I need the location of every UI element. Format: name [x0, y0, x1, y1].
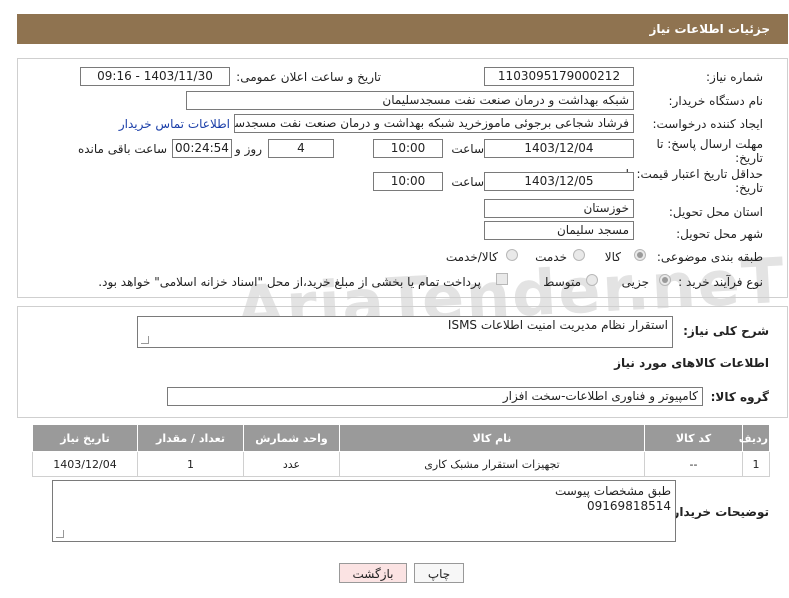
- treasury-payment-checkbox[interactable]: [496, 273, 508, 285]
- reply-deadline-label-line1: مهلت ارسال پاسخ: تا: [656, 137, 763, 151]
- process-radio-minor[interactable]: [659, 274, 671, 286]
- province-field: خوزستان: [484, 199, 634, 218]
- table-header-row: ردیف کد کالا نام کالا واحد شمارش تعداد /…: [32, 424, 770, 452]
- col-header-item-name: نام کالا: [339, 424, 645, 452]
- page-header: جزئیات اطلاعات نیاز: [17, 14, 788, 44]
- cell-unit: عدد: [243, 451, 340, 477]
- col-header-unit: واحد شمارش: [243, 424, 340, 452]
- print-button[interactable]: چاپ: [414, 563, 464, 583]
- reply-deadline-date-field: 1403/12/04: [484, 139, 634, 158]
- buyer-org-label: نام دستگاه خریدار:: [668, 94, 764, 108]
- price-validity-label-line2: تاریخ:: [735, 181, 763, 195]
- price-validity-time-field: 10:00: [373, 172, 443, 191]
- items-table: ردیف کد کالا نام کالا واحد شمارش تعداد /…: [32, 424, 770, 477]
- category-option-goods: کالا: [604, 250, 621, 264]
- buyer-notes-resize-handle[interactable]: [56, 530, 64, 538]
- province-label: استان محل تحویل:: [668, 205, 763, 219]
- announce-datetime-label: تاریخ و ساعت اعلان عمومی:: [236, 70, 381, 84]
- cell-need-date: 1403/12/04: [32, 451, 138, 477]
- col-header-row-number: ردیف: [739, 424, 770, 452]
- col-header-item-code: کد کالا: [644, 424, 743, 452]
- city-field: مسجد سلیمان: [484, 221, 634, 240]
- goods-group-label: گروه کالا:: [710, 390, 769, 404]
- description-field: استقرار نظام مدیریت امنیت اطلاعات ISMS: [137, 316, 673, 348]
- reply-days-label: روز و: [235, 142, 262, 156]
- buyer-notes-line2: 09169818514: [587, 499, 671, 513]
- process-option-minor: جزیی: [621, 275, 649, 289]
- cell-item-code: --: [644, 451, 743, 477]
- cell-quantity: 1: [137, 451, 244, 477]
- reply-deadline-time-label: ساعت: [451, 142, 484, 156]
- goods-section-title: اطلاعات کالاهای مورد نیاز: [614, 356, 769, 370]
- buyer-notes-label: توضیحات خریدار:: [667, 505, 769, 519]
- reply-days-field: 4: [268, 139, 334, 158]
- buyer-org-field: شبکه بهداشت و درمان صنعت نفت مسجدسلیمان: [186, 91, 634, 110]
- category-label: طبقه بندی موضوعی:: [656, 250, 763, 264]
- description-resize-handle[interactable]: [141, 336, 149, 344]
- col-header-quantity: تعداد / مقدار: [137, 424, 244, 452]
- back-button[interactable]: بازگشت: [339, 563, 407, 583]
- goods-group-field: کامپیوتر و فناوری اطلاعات-سخت افزار: [167, 387, 703, 406]
- reply-deadline-time-field: 10:00: [373, 139, 443, 158]
- page-title: جزئیات اطلاعات نیاز: [649, 22, 770, 36]
- price-validity-date-field: 1403/12/05: [484, 172, 634, 191]
- remaining-time-label: ساعت باقی مانده: [77, 142, 167, 156]
- description-text: استقرار نظام مدیریت امنیت اطلاعات ISMS: [447, 318, 668, 332]
- need-number-field: 1103095179000212: [484, 67, 634, 86]
- table-row: 1 -- تجهیزات استقرار مشبک کاری عدد 1 140…: [32, 451, 770, 477]
- price-validity-label-line1: حداقل تاریخ اعتبار قیمت: تا: [625, 167, 763, 181]
- category-radio-goods-service[interactable]: [506, 249, 518, 261]
- city-label: شهر محل تحویل:: [676, 227, 763, 241]
- category-radio-goods[interactable]: [634, 249, 646, 261]
- items-table-wrapper: ردیف کد کالا نام کالا واحد شمارش تعداد /…: [32, 424, 770, 477]
- requester-label: ایجاد کننده درخواست:: [652, 117, 763, 131]
- col-header-need-date: تاریخ نیاز: [32, 424, 138, 452]
- category-radio-service[interactable]: [573, 249, 585, 261]
- category-option-goods-service: کالا/خدمت: [445, 250, 498, 264]
- buyer-notes-line1: طبق مشخصات پیوست: [554, 484, 671, 498]
- buyer-notes-field: طبق مشخصات پیوست 09169818514: [52, 480, 676, 542]
- requester-field: فرشاد شجاعی برجوئی ماموزخرید شبکه بهداشت…: [234, 114, 634, 133]
- buyer-contact-link[interactable]: اطلاعات تماس خریدار: [119, 117, 230, 131]
- reply-deadline-label-line2: تاریخ:: [735, 151, 763, 165]
- price-validity-time-label: ساعت: [451, 175, 484, 189]
- cell-item-name: تجهیزات استقرار مشبک کاری: [339, 451, 645, 477]
- process-label: نوع فرآیند خرید :: [678, 275, 763, 289]
- process-radio-medium[interactable]: [586, 274, 598, 286]
- treasury-payment-note: پرداخت تمام یا بخشی از مبلغ خرید،از محل …: [98, 275, 481, 289]
- need-number-label: شماره نیاز:: [706, 70, 763, 84]
- description-label: شرح کلی نیاز:: [683, 324, 769, 338]
- remaining-time-field: 00:24:54: [172, 139, 232, 158]
- process-option-medium: متوسط: [543, 275, 581, 289]
- announce-datetime-field: 1403/11/30 - 09:16: [80, 67, 230, 86]
- category-option-service: خدمت: [535, 250, 567, 264]
- cell-row-number: 1: [742, 451, 770, 477]
